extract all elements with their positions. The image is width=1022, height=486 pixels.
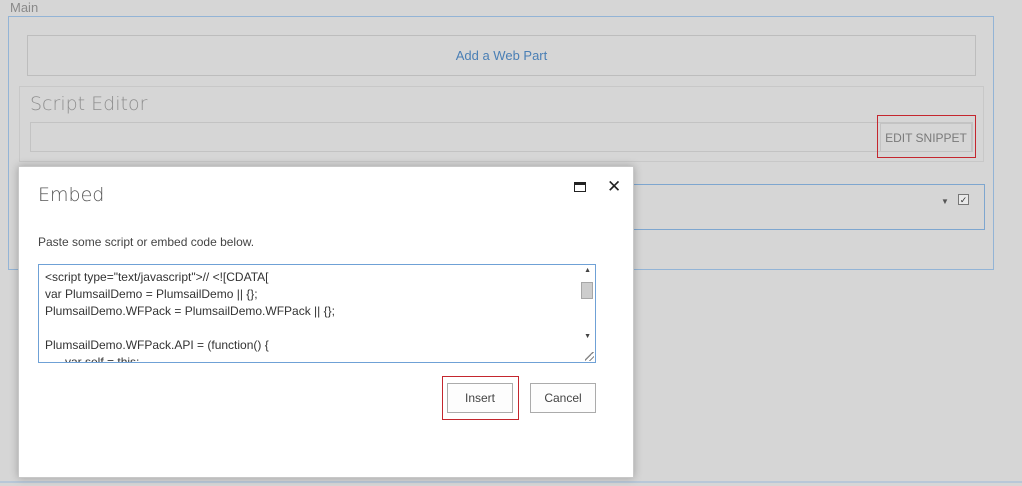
script-editor-webpart: Script Editor: [19, 86, 984, 162]
add-web-part-link[interactable]: Add a Web Part: [27, 35, 976, 76]
bottom-border: [0, 481, 1022, 483]
webpart-select-checkbox[interactable]: ✓: [958, 194, 969, 205]
scroll-up-icon[interactable]: ▲: [584, 267, 591, 274]
edit-snippet-button[interactable]: EDIT SNIPPET: [880, 123, 972, 152]
embed-dialog: Embed ✕ Paste some script or embed code …: [18, 166, 634, 478]
snippet-bar: [30, 122, 973, 152]
dialog-instructions: Paste some script or embed code below.: [38, 235, 255, 249]
close-icon[interactable]: ✕: [607, 177, 621, 197]
insert-button[interactable]: Insert: [447, 383, 513, 413]
cancel-button[interactable]: Cancel: [530, 383, 596, 413]
scroll-thumb[interactable]: [581, 282, 593, 299]
script-editor-title: Script Editor: [30, 93, 148, 115]
embed-code-text: <script type="text/javascript">// <![CDA…: [45, 270, 335, 363]
dialog-title: Embed: [38, 184, 105, 206]
resize-grip-icon[interactable]: [585, 352, 594, 361]
second-webpart-box: [630, 184, 985, 230]
webpart-menu-arrow-icon[interactable]: ▼: [941, 197, 949, 206]
textarea-scrollbar[interactable]: ▲ ▼: [579, 265, 595, 362]
maximize-icon[interactable]: [574, 182, 586, 192]
embed-code-textarea[interactable]: <script type="text/javascript">// <![CDA…: [38, 264, 596, 363]
zone-label: Main: [10, 0, 39, 15]
scroll-down-icon[interactable]: ▼: [584, 333, 591, 340]
